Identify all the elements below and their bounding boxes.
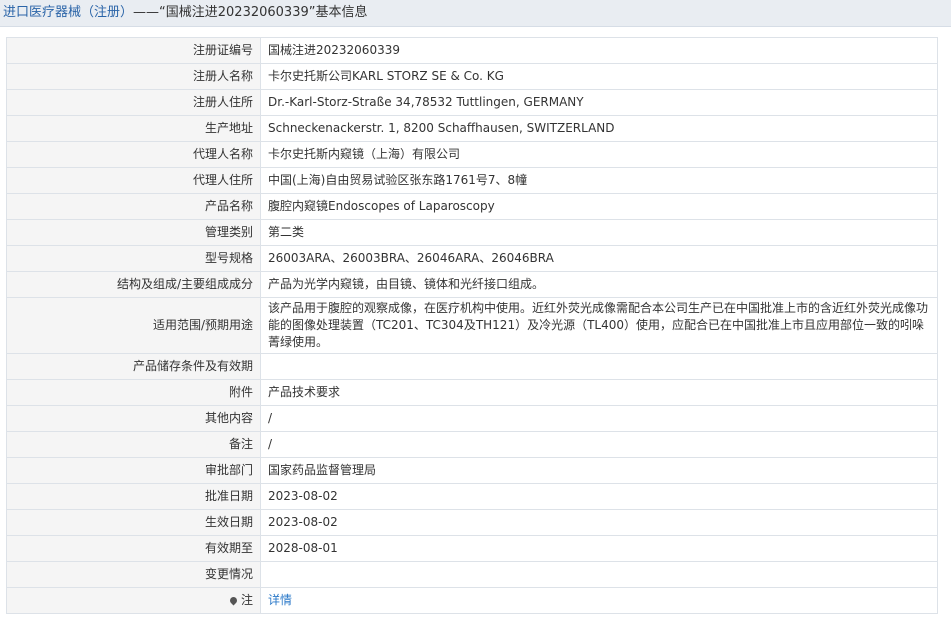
row-label: 批准日期 bbox=[6, 483, 261, 510]
row-value: 产品技术要求 bbox=[260, 379, 938, 406]
row-value: 第二类 bbox=[260, 219, 938, 246]
row-value: 产品为光学内窥镜，由目镜、镜体和光纤接口组成。 bbox=[260, 271, 938, 298]
row-value: 腹腔内窥镜Endoscopes of Laparoscopy bbox=[260, 193, 938, 220]
note-label-cell: 注 bbox=[6, 587, 261, 614]
row-value: 该产品用于腹腔的观察成像，在医疗机构中使用。近红外荧光成像需配合本公司生产已在中… bbox=[260, 297, 938, 354]
detail-table: 注册证编号 国械注进20232060339 注册人名称 卡尔史托斯公司KARL … bbox=[6, 37, 938, 614]
row-label: 产品名称 bbox=[6, 193, 261, 220]
table-row: 注册人名称 卡尔史托斯公司KARL STORZ SE & Co. KG bbox=[6, 63, 938, 90]
title-link[interactable]: 进口医疗器械（注册） bbox=[3, 5, 133, 20]
table-row: 备注 / bbox=[6, 431, 938, 458]
row-value: 2023-08-02 bbox=[260, 483, 938, 510]
table-row: 其他内容 / bbox=[6, 405, 938, 432]
table-row: 审批部门 国家药品监督管理局 bbox=[6, 457, 938, 484]
row-value: 26003ARA、26003BRA、26046ARA、26046BRA bbox=[260, 245, 938, 272]
row-label: 型号规格 bbox=[6, 245, 261, 272]
table-row: 变更情况 bbox=[6, 561, 938, 588]
row-label: 管理类别 bbox=[6, 219, 261, 246]
title-suffix: ——“国械注进20232060339”基本信息 bbox=[133, 5, 368, 20]
row-value: / bbox=[260, 431, 938, 458]
detail-table-wrap: 注册证编号 国械注进20232060339 注册人名称 卡尔史托斯公司KARL … bbox=[6, 37, 938, 614]
row-value bbox=[260, 353, 938, 380]
table-row: 附件 产品技术要求 bbox=[6, 379, 938, 406]
table-row: 适用范围/预期用途 该产品用于腹腔的观察成像，在医疗机构中使用。近红外荧光成像需… bbox=[6, 297, 938, 354]
row-label: 审批部门 bbox=[6, 457, 261, 484]
row-label: 其他内容 bbox=[6, 405, 261, 432]
table-row: 代理人住所 中国(上海)自由贸易试验区张东路1761号7、8幢 bbox=[6, 167, 938, 194]
row-value: 中国(上海)自由贸易试验区张东路1761号7、8幢 bbox=[260, 167, 938, 194]
table-row: 注册人住所 Dr.-Karl-Storz-Straße 34,78532 Tut… bbox=[6, 89, 938, 116]
row-label: 注册人名称 bbox=[6, 63, 261, 90]
table-row: 结构及组成/主要组成成分 产品为光学内窥镜，由目镜、镜体和光纤接口组成。 bbox=[6, 271, 938, 298]
page-title: 进口医疗器械（注册）——“国械注进20232060339”基本信息 bbox=[0, 0, 951, 27]
row-label: 产品储存条件及有效期 bbox=[6, 353, 261, 380]
row-label: 代理人名称 bbox=[6, 141, 261, 168]
details-link[interactable]: 详情 bbox=[268, 593, 292, 607]
table-row: 注册证编号 国械注进20232060339 bbox=[6, 37, 938, 64]
row-value: 卡尔史托斯公司KARL STORZ SE & Co. KG bbox=[260, 63, 938, 90]
note-value-cell: 详情 bbox=[260, 587, 938, 614]
note-label: 注 bbox=[240, 593, 253, 607]
row-label: 变更情况 bbox=[6, 561, 261, 588]
row-value: 2028-08-01 bbox=[260, 535, 938, 562]
row-label: 结构及组成/主要组成成分 bbox=[6, 271, 261, 298]
row-label: 注册证编号 bbox=[6, 37, 261, 64]
row-label: 备注 bbox=[6, 431, 261, 458]
row-value: 2023-08-02 bbox=[260, 509, 938, 536]
pin-icon bbox=[228, 595, 239, 606]
table-row: 代理人名称 卡尔史托斯内窥镜（上海）有限公司 bbox=[6, 141, 938, 168]
row-value: 国家药品监督管理局 bbox=[260, 457, 938, 484]
row-value: Schneckenackerstr. 1, 8200 Schaffhausen,… bbox=[260, 115, 938, 142]
row-label: 代理人住所 bbox=[6, 167, 261, 194]
note-row: 注 详情 bbox=[6, 587, 938, 614]
table-row: 生效日期 2023-08-02 bbox=[6, 509, 938, 536]
table-row: 型号规格 26003ARA、26003BRA、26046ARA、26046BRA bbox=[6, 245, 938, 272]
row-label: 生效日期 bbox=[6, 509, 261, 536]
table-row: 有效期至 2028-08-01 bbox=[6, 535, 938, 562]
row-label: 生产地址 bbox=[6, 115, 261, 142]
row-value: 卡尔史托斯内窥镜（上海）有限公司 bbox=[260, 141, 938, 168]
row-label: 适用范围/预期用途 bbox=[6, 297, 261, 354]
row-label: 有效期至 bbox=[6, 535, 261, 562]
row-label: 附件 bbox=[6, 379, 261, 406]
table-row: 产品储存条件及有效期 bbox=[6, 353, 938, 380]
row-value: / bbox=[260, 405, 938, 432]
table-row: 管理类别 第二类 bbox=[6, 219, 938, 246]
row-value: 国械注进20232060339 bbox=[260, 37, 938, 64]
row-value bbox=[260, 561, 938, 588]
table-row: 生产地址 Schneckenackerstr. 1, 8200 Schaffha… bbox=[6, 115, 938, 142]
table-row: 批准日期 2023-08-02 bbox=[6, 483, 938, 510]
table-row: 产品名称 腹腔内窥镜Endoscopes of Laparoscopy bbox=[6, 193, 938, 220]
row-label: 注册人住所 bbox=[6, 89, 261, 116]
row-value: Dr.-Karl-Storz-Straße 34,78532 Tuttlinge… bbox=[260, 89, 938, 116]
